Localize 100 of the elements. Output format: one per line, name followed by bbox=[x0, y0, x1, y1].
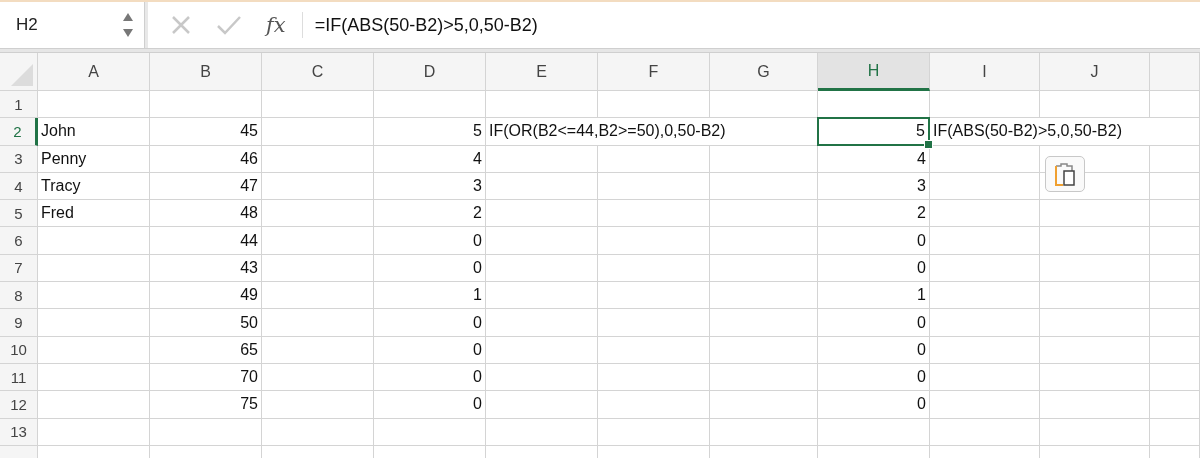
table-cell[interactable]: 0 bbox=[818, 309, 930, 337]
table-cell[interactable]: 5 bbox=[817, 117, 930, 146]
column-header[interactable]: D bbox=[374, 53, 486, 91]
table-cell[interactable] bbox=[486, 254, 598, 283]
column-header[interactable]: E bbox=[486, 53, 598, 91]
row-header[interactable]: 1 bbox=[0, 91, 38, 119]
row-header[interactable]: 5 bbox=[0, 200, 38, 228]
table-cell[interactable] bbox=[598, 145, 710, 173]
table-cell[interactable]: 65 bbox=[150, 336, 262, 364]
table-cell[interactable] bbox=[710, 282, 818, 310]
column-header[interactable]: A bbox=[38, 53, 150, 91]
table-cell[interactable] bbox=[598, 172, 710, 201]
table-cell[interactable] bbox=[710, 200, 818, 228]
table-cell[interactable]: 0 bbox=[818, 336, 930, 364]
table-cell[interactable] bbox=[1150, 227, 1200, 255]
table-cell[interactable] bbox=[1150, 91, 1200, 119]
column-header[interactable]: F bbox=[598, 53, 710, 91]
table-cell[interactable] bbox=[930, 309, 1040, 337]
table-cell[interactable] bbox=[930, 227, 1040, 255]
table-cell[interactable] bbox=[710, 172, 818, 201]
table-cell[interactable] bbox=[374, 91, 486, 119]
column-header[interactable]: J bbox=[1040, 53, 1150, 91]
table-cell[interactable] bbox=[598, 91, 710, 119]
table-cell[interactable]: 50 bbox=[150, 309, 262, 337]
table-cell[interactable] bbox=[1150, 254, 1200, 283]
table-cell[interactable] bbox=[598, 418, 710, 446]
table-cell[interactable] bbox=[486, 309, 598, 337]
table-cell[interactable]: John bbox=[38, 118, 150, 146]
table-cell[interactable] bbox=[1040, 418, 1150, 446]
table-cell[interactable] bbox=[1040, 91, 1150, 119]
table-cell[interactable]: 1 bbox=[374, 282, 486, 310]
table-cell[interactable] bbox=[710, 254, 818, 283]
table-cell[interactable] bbox=[374, 418, 486, 446]
table-cell[interactable] bbox=[710, 363, 818, 392]
table-cell[interactable]: 43 bbox=[150, 254, 262, 283]
table-cell[interactable] bbox=[1150, 282, 1200, 310]
table-cell[interactable]: 0 bbox=[374, 227, 486, 255]
table-cell[interactable] bbox=[262, 118, 374, 146]
table-cell[interactable] bbox=[710, 336, 818, 364]
table-cell[interactable] bbox=[930, 282, 1040, 310]
table-cell[interactable] bbox=[38, 363, 150, 392]
table-cell[interactable] bbox=[818, 418, 930, 446]
table-cell[interactable] bbox=[1040, 282, 1150, 310]
table-cell[interactable]: 0 bbox=[374, 363, 486, 392]
row-header[interactable]: 8 bbox=[0, 282, 38, 310]
table-cell[interactable] bbox=[1150, 418, 1200, 446]
table-cell[interactable] bbox=[486, 363, 598, 392]
table-cell[interactable] bbox=[486, 282, 598, 310]
table-cell[interactable]: 75 bbox=[150, 391, 262, 419]
row-header[interactable]: 13 bbox=[0, 418, 38, 446]
table-cell[interactable] bbox=[486, 200, 598, 228]
column-header[interactable]: C bbox=[262, 53, 374, 91]
table-cell[interactable]: 2 bbox=[374, 200, 486, 228]
table-cell[interactable]: 3 bbox=[374, 172, 486, 201]
table-cell[interactable] bbox=[262, 309, 374, 337]
table-cell[interactable] bbox=[1150, 336, 1200, 364]
table-cell[interactable] bbox=[598, 254, 710, 283]
table-cell[interactable] bbox=[710, 418, 818, 446]
table-cell[interactable] bbox=[262, 336, 374, 364]
table-cell[interactable] bbox=[262, 227, 374, 255]
table-cell[interactable] bbox=[1040, 309, 1150, 337]
table-cell[interactable] bbox=[930, 336, 1040, 364]
table-cell[interactable]: Fred bbox=[38, 200, 150, 228]
table-cell[interactable] bbox=[598, 336, 710, 364]
table-cell[interactable]: 2 bbox=[818, 200, 930, 228]
table-cell[interactable]: 0 bbox=[374, 309, 486, 337]
table-cell[interactable] bbox=[1150, 309, 1200, 337]
table-cell[interactable] bbox=[598, 282, 710, 310]
table-cell[interactable] bbox=[930, 200, 1040, 228]
table-cell[interactable] bbox=[1150, 145, 1200, 173]
function-button[interactable]: fx bbox=[266, 13, 286, 37]
table-cell[interactable] bbox=[1150, 200, 1200, 228]
table-cell[interactable] bbox=[598, 309, 710, 337]
table-cell[interactable] bbox=[930, 91, 1040, 119]
table-cell[interactable] bbox=[930, 145, 1040, 173]
table-cell[interactable] bbox=[598, 391, 710, 419]
table-cell[interactable] bbox=[1040, 227, 1150, 255]
table-cell[interactable] bbox=[598, 227, 710, 255]
table-cell[interactable]: 45 bbox=[150, 118, 262, 146]
column-header[interactable]: I bbox=[930, 53, 1040, 91]
formula-field[interactable]: =IF(ABS(50-B2)>5,0,50-B2) bbox=[314, 14, 538, 36]
table-cell[interactable]: 70 bbox=[150, 363, 262, 392]
table-cell[interactable]: IF(ABS(50-B2)>5,0,50-B2) bbox=[930, 118, 1200, 146]
table-cell[interactable]: 0 bbox=[818, 254, 930, 283]
table-cell[interactable] bbox=[1150, 391, 1200, 419]
table-cell[interactable] bbox=[486, 391, 598, 419]
table-cell[interactable]: 0 bbox=[818, 227, 930, 255]
table-cell[interactable] bbox=[710, 309, 818, 337]
table-cell[interactable]: 1 bbox=[818, 282, 930, 310]
table-cell[interactable]: 47 bbox=[150, 172, 262, 201]
table-cell[interactable] bbox=[930, 254, 1040, 283]
table-cell[interactable] bbox=[598, 200, 710, 228]
table-cell[interactable] bbox=[38, 391, 150, 419]
table-cell[interactable]: Penny bbox=[38, 145, 150, 173]
table-cell[interactable] bbox=[38, 418, 150, 446]
row-header[interactable]: 3 bbox=[0, 145, 38, 173]
paste-options-menu[interactable] bbox=[1045, 156, 1085, 192]
table-cell[interactable] bbox=[262, 254, 374, 283]
close-icon[interactable] bbox=[170, 14, 192, 36]
table-cell[interactable] bbox=[38, 91, 150, 119]
